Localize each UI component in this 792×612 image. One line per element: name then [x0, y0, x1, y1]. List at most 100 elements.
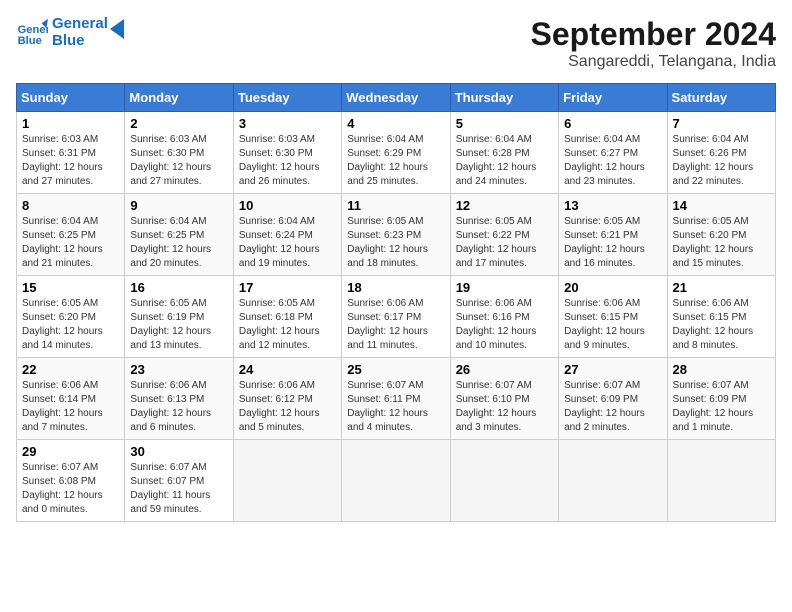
day-info: Sunrise: 6:03 AMSunset: 6:31 PMDaylight:…	[22, 133, 119, 189]
calendar-cell: 24 Sunrise: 6:06 AMSunset: 6:12 PMDayligh…	[233, 358, 341, 440]
calendar-cell: 25 Sunrise: 6:07 AMSunset: 6:11 PMDayligh…	[342, 358, 450, 440]
calendar-cell: 17Sunrise: 6:05 AMSunset: 6:18 PMDayligh…	[233, 276, 341, 358]
day-number: 19	[456, 280, 553, 295]
calendar-cell: 27 Sunrise: 6:07 AMSunset: 6:09 PMDayligh…	[559, 358, 667, 440]
title-area: September 2024 Sangareddi, Telangana, In…	[531, 16, 776, 71]
column-header-tuesday: Tuesday	[233, 84, 341, 112]
day-number: 11	[347, 198, 444, 213]
day-number: 14	[673, 198, 770, 213]
day-number: 4	[347, 116, 444, 131]
header: General Blue General Blue September 2024…	[16, 16, 776, 71]
logo-icon: General Blue	[16, 17, 48, 49]
calendar-cell: 29 Sunrise: 6:07 AMSunset: 6:08 PMDayligh…	[17, 440, 125, 522]
day-number: 7	[673, 116, 770, 131]
day-info: Sunrise: 6:06 AMSunset: 6:12 PMDaylight:…	[239, 379, 336, 435]
page-title: September 2024	[531, 16, 776, 53]
day-number: 1	[22, 116, 119, 131]
calendar-header: SundayMondayTuesdayWednesdayThursdayFrid…	[17, 84, 776, 112]
day-number: 9	[130, 198, 227, 213]
day-info: Sunrise: 6:07 AMSunset: 6:10 PMDaylight:…	[456, 379, 553, 435]
day-info: Sunrise: 6:07 AMSunset: 6:08 PMDaylight:…	[22, 461, 119, 517]
day-number: 3	[239, 116, 336, 131]
day-number: 28	[673, 362, 770, 377]
day-number: 21	[673, 280, 770, 295]
calendar-cell	[450, 440, 558, 522]
calendar-cell: 1 Sunrise: 6:03 AMSunset: 6:31 PMDaylight…	[17, 112, 125, 194]
day-number: 5	[456, 116, 553, 131]
day-info: Sunrise: 6:05 AMSunset: 6:21 PMDaylight:…	[564, 215, 661, 271]
day-number: 26	[456, 362, 553, 377]
day-number: 12	[456, 198, 553, 213]
day-number: 6	[564, 116, 661, 131]
calendar-cell: 23 Sunrise: 6:06 AMSunset: 6:13 PMDayligh…	[125, 358, 233, 440]
calendar-cell	[559, 440, 667, 522]
day-number: 27	[564, 362, 661, 377]
day-info: Sunrise: 6:04 AMSunset: 6:27 PMDaylight:…	[564, 133, 661, 189]
column-header-saturday: Saturday	[667, 84, 775, 112]
day-number: 8	[22, 198, 119, 213]
calendar-cell: 15 Sunrise: 6:05 AMSunset: 6:20 PMDayligh…	[17, 276, 125, 358]
day-number: 30	[130, 444, 227, 459]
day-number: 25	[347, 362, 444, 377]
column-header-wednesday: Wednesday	[342, 84, 450, 112]
day-info: Sunrise: 6:05 AMSunset: 6:22 PMDaylight:…	[456, 215, 553, 271]
day-info: Sunrise: 6:07 AMSunset: 6:07 PMDaylight:…	[130, 461, 227, 517]
calendar-cell: 4 Sunrise: 6:04 AMSunset: 6:29 PMDaylight…	[342, 112, 450, 194]
calendar-cell: 19 Sunrise: 6:06 AMSunset: 6:16 PMDayligh…	[450, 276, 558, 358]
calendar-cell: 11Sunrise: 6:05 AMSunset: 6:23 PMDayligh…	[342, 194, 450, 276]
day-info: Sunrise: 6:05 AMSunset: 6:19 PMDaylight:…	[130, 297, 227, 353]
day-info: Sunrise: 6:06 AMSunset: 6:15 PMDaylight:…	[673, 297, 770, 353]
day-info: Sunrise: 6:04 AMSunset: 6:25 PMDaylight:…	[22, 215, 119, 271]
day-info: Sunrise: 6:07 AMSunset: 6:11 PMDaylight:…	[347, 379, 444, 435]
day-info: Sunrise: 6:06 AMSunset: 6:16 PMDaylight:…	[456, 297, 553, 353]
calendar-cell: 26 Sunrise: 6:07 AMSunset: 6:10 PMDayligh…	[450, 358, 558, 440]
calendar-table: SundayMondayTuesdayWednesdayThursdayFrid…	[16, 83, 776, 522]
day-number: 23	[130, 362, 227, 377]
calendar-cell: 10Sunrise: 6:04 AMSunset: 6:24 PMDayligh…	[233, 194, 341, 276]
calendar-cell: 12 Sunrise: 6:05 AMSunset: 6:22 PMDayligh…	[450, 194, 558, 276]
column-header-friday: Friday	[559, 84, 667, 112]
week-row-1: 1 Sunrise: 6:03 AMSunset: 6:31 PMDaylight…	[17, 112, 776, 194]
week-row-4: 22 Sunrise: 6:06 AMSunset: 6:14 PMDayligh…	[17, 358, 776, 440]
day-number: 15	[22, 280, 119, 295]
svg-text:Blue: Blue	[18, 35, 42, 47]
week-row-5: 29 Sunrise: 6:07 AMSunset: 6:08 PMDayligh…	[17, 440, 776, 522]
week-row-2: 8 Sunrise: 6:04 AMSunset: 6:25 PMDaylight…	[17, 194, 776, 276]
day-info: Sunrise: 6:04 AMSunset: 6:26 PMDaylight:…	[673, 133, 770, 189]
day-info: Sunrise: 6:04 AMSunset: 6:28 PMDaylight:…	[456, 133, 553, 189]
day-info: Sunrise: 6:06 AMSunset: 6:14 PMDaylight:…	[22, 379, 119, 435]
svg-text:General: General	[18, 24, 48, 36]
day-info: Sunrise: 6:05 AMSunset: 6:18 PMDaylight:…	[239, 297, 336, 353]
day-info: Sunrise: 6:06 AMSunset: 6:13 PMDaylight:…	[130, 379, 227, 435]
day-info: Sunrise: 6:05 AMSunset: 6:20 PMDaylight:…	[673, 215, 770, 271]
day-number: 29	[22, 444, 119, 459]
day-info: Sunrise: 6:03 AMSunset: 6:30 PMDaylight:…	[239, 133, 336, 189]
day-number: 22	[22, 362, 119, 377]
column-header-monday: Monday	[125, 84, 233, 112]
day-info: Sunrise: 6:06 AMSunset: 6:17 PMDaylight:…	[347, 297, 444, 353]
calendar-cell	[342, 440, 450, 522]
day-number: 24	[239, 362, 336, 377]
column-header-thursday: Thursday	[450, 84, 558, 112]
day-number: 20	[564, 280, 661, 295]
calendar-cell: 5 Sunrise: 6:04 AMSunset: 6:28 PMDaylight…	[450, 112, 558, 194]
calendar-cell: 2Sunrise: 6:03 AMSunset: 6:30 PMDaylight…	[125, 112, 233, 194]
logo: General Blue General Blue	[16, 16, 130, 49]
calendar-body: 1 Sunrise: 6:03 AMSunset: 6:31 PMDaylight…	[17, 112, 776, 522]
day-info: Sunrise: 6:07 AMSunset: 6:09 PMDaylight:…	[564, 379, 661, 435]
day-number: 13	[564, 198, 661, 213]
day-info: Sunrise: 6:06 AMSunset: 6:15 PMDaylight:…	[564, 297, 661, 353]
calendar-cell: 13 Sunrise: 6:05 AMSunset: 6:21 PMDayligh…	[559, 194, 667, 276]
day-info: Sunrise: 6:07 AMSunset: 6:09 PMDaylight:…	[673, 379, 770, 435]
calendar-cell: 30 Sunrise: 6:07 AMSunset: 6:07 PMDayligh…	[125, 440, 233, 522]
day-info: Sunrise: 6:04 AMSunset: 6:25 PMDaylight:…	[130, 215, 227, 271]
day-info: Sunrise: 6:03 AMSunset: 6:30 PMDaylight:…	[130, 133, 227, 189]
day-info: Sunrise: 6:04 AMSunset: 6:29 PMDaylight:…	[347, 133, 444, 189]
calendar-cell: 21 Sunrise: 6:06 AMSunset: 6:15 PMDayligh…	[667, 276, 775, 358]
day-info: Sunrise: 6:05 AMSunset: 6:20 PMDaylight:…	[22, 297, 119, 353]
header-row: SundayMondayTuesdayWednesdayThursdayFrid…	[17, 84, 776, 112]
calendar-cell: 7 Sunrise: 6:04 AMSunset: 6:26 PMDaylight…	[667, 112, 775, 194]
calendar-cell: 16Sunrise: 6:05 AMSunset: 6:19 PMDayligh…	[125, 276, 233, 358]
day-info: Sunrise: 6:04 AMSunset: 6:24 PMDaylight:…	[239, 215, 336, 271]
calendar-cell: 14 Sunrise: 6:05 AMSunset: 6:20 PMDayligh…	[667, 194, 775, 276]
